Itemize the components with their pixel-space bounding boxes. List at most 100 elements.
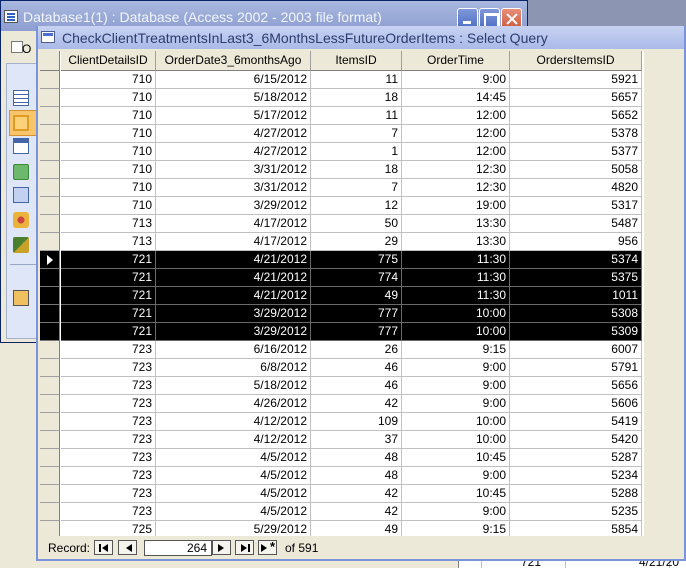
table-cell[interactable]: 723 <box>61 413 156 431</box>
table-cell[interactable]: 6/15/2012 <box>156 71 311 89</box>
table-cell[interactable]: 5377 <box>510 143 642 161</box>
table-cell[interactable]: 6/8/2012 <box>156 359 311 377</box>
table-row[interactable]: 713 4/17/2012 50 13:30 5487 <box>40 215 644 233</box>
table-cell[interactable]: 4820 <box>510 179 642 197</box>
table-row[interactable]: 710 5/18/2012 18 14:45 5657 <box>40 89 644 107</box>
table-cell[interactable]: 11:30 <box>402 287 510 305</box>
table-row[interactable]: 710 6/15/2012 11 9:00 5921 <box>40 71 644 89</box>
table-row[interactable]: 710 3/31/2012 18 12:30 5058 <box>40 161 644 179</box>
table-cell[interactable]: 5419 <box>510 413 642 431</box>
table-row[interactable]: 723 5/18/2012 46 9:00 5656 <box>40 377 644 395</box>
table-cell[interactable]: 4/21/2012 <box>156 251 311 269</box>
table-cell[interactable]: 6/16/2012 <box>156 341 311 359</box>
table-cell[interactable]: 50 <box>311 215 402 233</box>
record-selector[interactable] <box>40 395 60 413</box>
table-cell[interactable]: 4/5/2012 <box>156 449 311 467</box>
record-selector[interactable] <box>40 359 60 377</box>
table-row[interactable]: 723 4/5/2012 42 10:45 5288 <box>40 485 644 503</box>
record-selector[interactable] <box>40 413 60 431</box>
record-number-input[interactable]: 264 <box>144 540 212 556</box>
table-cell[interactable]: 18 <box>311 161 402 179</box>
queries-icon[interactable] <box>13 115 29 131</box>
table-cell[interactable]: 4/26/2012 <box>156 395 311 413</box>
datasheet-grid[interactable]: ClientDetailsID OrderDate3_6monthsAgo Item… <box>40 51 644 536</box>
record-selector[interactable] <box>40 107 60 125</box>
column-header[interactable]: ItemsID <box>311 51 402 71</box>
table-cell[interactable]: 10:00 <box>402 431 510 449</box>
table-cell[interactable]: 3/31/2012 <box>156 161 311 179</box>
pages-icon[interactable] <box>13 187 29 203</box>
table-row[interactable]: 721 3/29/2012 777 10:00 5309 <box>40 323 644 341</box>
table-cell[interactable]: 19:00 <box>402 197 510 215</box>
record-selector[interactable] <box>40 467 60 485</box>
table-row[interactable]: 723 4/12/2012 37 10:00 5420 <box>40 431 644 449</box>
table-row[interactable]: 721 4/21/2012 49 11:30 1011 <box>40 287 644 305</box>
table-cell[interactable]: 9:00 <box>402 377 510 395</box>
table-cell[interactable]: 710 <box>61 107 156 125</box>
record-selector[interactable] <box>40 269 60 287</box>
table-row[interactable]: 723 6/8/2012 46 9:00 5791 <box>40 359 644 377</box>
table-cell[interactable]: 12:00 <box>402 143 510 161</box>
table-cell[interactable]: 9:15 <box>402 341 510 359</box>
table-cell[interactable]: 4/27/2012 <box>156 125 311 143</box>
table-cell[interactable]: 721 <box>61 305 156 323</box>
table-cell[interactable]: 13:30 <box>402 233 510 251</box>
table-cell[interactable]: 9:00 <box>402 503 510 521</box>
record-selector[interactable] <box>40 89 60 107</box>
table-cell[interactable]: 10:45 <box>402 485 510 503</box>
table-cell[interactable]: 5/29/2012 <box>156 521 311 536</box>
table-cell[interactable]: 4/27/2012 <box>156 143 311 161</box>
table-cell[interactable]: 9:15 <box>402 521 510 536</box>
table-cell[interactable]: 4/21/2012 <box>156 287 311 305</box>
table-cell[interactable]: 11:30 <box>402 251 510 269</box>
record-selector[interactable] <box>40 179 60 197</box>
table-cell[interactable]: 5487 <box>510 215 642 233</box>
table-cell[interactable]: 14:45 <box>402 89 510 107</box>
record-selector[interactable] <box>40 71 60 89</box>
table-cell[interactable]: 5058 <box>510 161 642 179</box>
table-cell[interactable]: 723 <box>61 467 156 485</box>
table-row[interactable]: 723 4/5/2012 48 9:00 5234 <box>40 467 644 485</box>
record-selector[interactable] <box>40 143 60 161</box>
modules-icon[interactable] <box>13 237 29 253</box>
table-cell[interactable]: 4/12/2012 <box>156 413 311 431</box>
table-cell[interactable]: 723 <box>61 395 156 413</box>
table-row[interactable]: 723 4/5/2012 48 10:45 5287 <box>40 449 644 467</box>
table-cell[interactable]: 710 <box>61 125 156 143</box>
table-cell[interactable]: 42 <box>311 395 402 413</box>
table-cell[interactable]: 49 <box>311 521 402 536</box>
table-cell[interactable]: 774 <box>311 269 402 287</box>
record-selector[interactable] <box>40 341 60 359</box>
table-cell[interactable]: 723 <box>61 449 156 467</box>
table-cell[interactable]: 777 <box>311 323 402 341</box>
column-header[interactable]: OrdersItemsID <box>510 51 642 71</box>
record-selector[interactable] <box>40 215 60 233</box>
open-button[interactable]: O <box>9 39 31 57</box>
reports-icon[interactable] <box>13 164 29 180</box>
table-cell[interactable]: 10:00 <box>402 413 510 431</box>
table-cell[interactable]: 5652 <box>510 107 642 125</box>
table-cell[interactable]: 5375 <box>510 269 642 287</box>
last-record-button[interactable] <box>235 540 254 555</box>
table-cell[interactable]: 5234 <box>510 467 642 485</box>
next-record-button[interactable] <box>212 540 231 555</box>
table-cell[interactable]: 12:30 <box>402 179 510 197</box>
table-cell[interactable]: 4/21/2012 <box>156 269 311 287</box>
current-record-indicator[interactable] <box>40 251 60 269</box>
table-row[interactable]: 723 4/5/2012 42 9:00 5235 <box>40 503 644 521</box>
table-cell[interactable]: 5854 <box>510 521 642 536</box>
table-cell[interactable]: 3/29/2012 <box>156 197 311 215</box>
table-cell[interactable]: 9:00 <box>402 467 510 485</box>
table-cell[interactable]: 48 <box>311 449 402 467</box>
table-cell[interactable]: 13:30 <box>402 215 510 233</box>
table-cell[interactable]: 5656 <box>510 377 642 395</box>
table-row[interactable]: 721 4/21/2012 775 11:30 5374 <box>40 251 644 269</box>
table-cell[interactable]: 723 <box>61 359 156 377</box>
table-cell[interactable]: 6007 <box>510 341 642 359</box>
table-cell[interactable]: 46 <box>311 359 402 377</box>
table-cell[interactable]: 4/17/2012 <box>156 233 311 251</box>
table-row[interactable]: 710 5/17/2012 11 12:00 5652 <box>40 107 644 125</box>
table-cell[interactable]: 5235 <box>510 503 642 521</box>
table-row[interactable]: 723 6/16/2012 26 9:15 6007 <box>40 341 644 359</box>
table-cell[interactable]: 723 <box>61 341 156 359</box>
